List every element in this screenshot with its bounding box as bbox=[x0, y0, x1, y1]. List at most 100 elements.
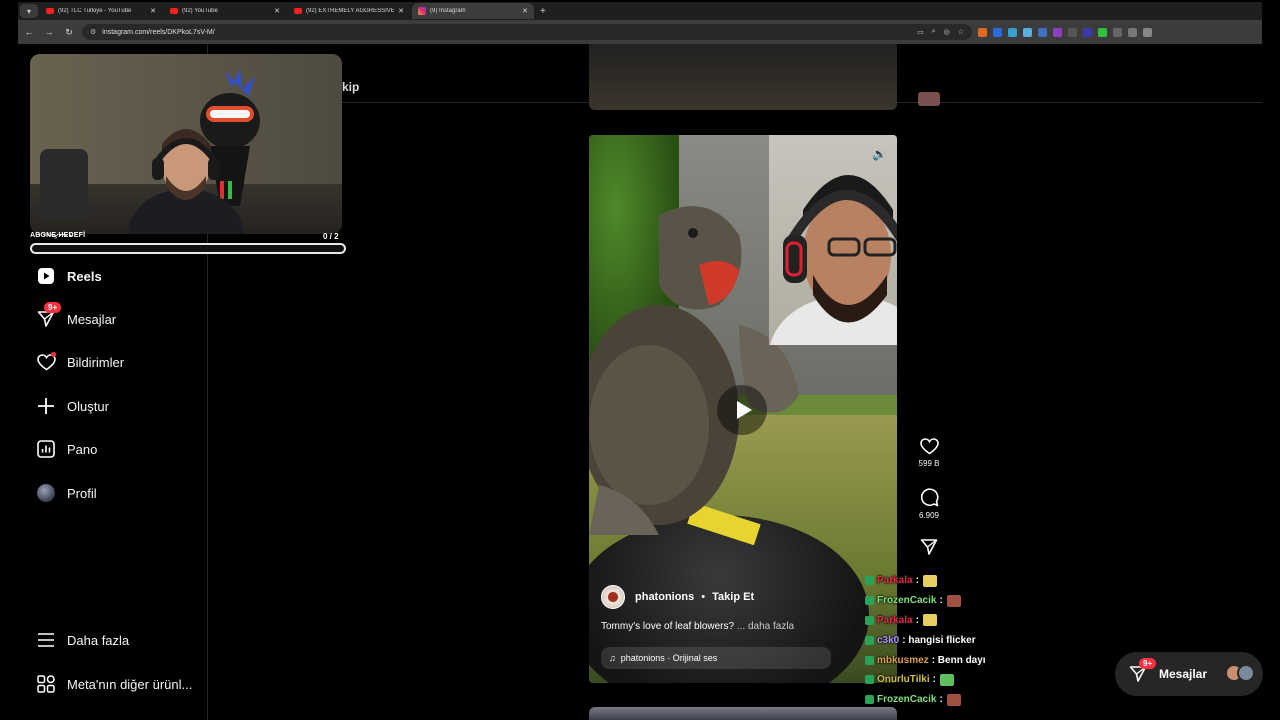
extension-icon[interactable] bbox=[1038, 27, 1047, 37]
chat-badge-icon bbox=[865, 615, 874, 625]
sidebar-item-label: Bildirimler bbox=[67, 354, 125, 370]
sidebar-item-label: Pano bbox=[67, 441, 98, 457]
comment-icon bbox=[920, 488, 939, 507]
address-bar[interactable]: ⚙ instagram.com/reels/DKPkoL7sV-M/ ▭ ⌕ ◎… bbox=[82, 24, 972, 40]
close-icon[interactable]: ✕ bbox=[150, 7, 156, 15]
reel-caption: Tommy's love of leaf blowers? ... daha f… bbox=[601, 621, 794, 632]
new-tab-button[interactable]: + bbox=[540, 6, 546, 17]
cast-icon[interactable]: ▭ bbox=[917, 28, 924, 36]
meta-apps-icon bbox=[36, 674, 56, 694]
hamburger-menu-icon bbox=[36, 630, 56, 650]
chat-badge-icon bbox=[865, 695, 874, 705]
chat-message: FrozenCacik: bbox=[865, 591, 1065, 611]
speaker-icon[interactable]: 🔊 bbox=[872, 147, 887, 161]
audio-label: phatonions · Orijinal ses bbox=[620, 653, 718, 663]
reel-audio-link[interactable]: ♫ phatonions · Orijinal ses bbox=[601, 647, 831, 669]
reel-video[interactable]: 🔊 phatonions • Takip Et Tommy's love of … bbox=[589, 135, 897, 683]
chat-message: FrozenCacik: bbox=[865, 690, 1065, 710]
eye-off-icon[interactable]: ◎ bbox=[944, 28, 950, 36]
chat-username: Parkala bbox=[877, 614, 913, 626]
browser-tab-active[interactable]: (9) Instagram ✕ bbox=[412, 3, 534, 19]
forward-icon[interactable]: → bbox=[40, 27, 58, 37]
sidebar-item-reels[interactable]: Reels bbox=[36, 262, 102, 290]
notification-dot bbox=[51, 352, 56, 357]
extension-icon[interactable] bbox=[1113, 27, 1122, 37]
extension-icon[interactable] bbox=[978, 27, 987, 37]
extension-icon[interactable] bbox=[993, 27, 1002, 37]
sidebar-item-bildirimler[interactable]: Bildirimler bbox=[36, 348, 124, 376]
sub-goal-progress-bar bbox=[30, 243, 346, 254]
back-icon[interactable]: ← bbox=[20, 27, 38, 37]
close-icon[interactable]: ✕ bbox=[522, 7, 528, 15]
caption-more-link[interactable]: ... daha fazla bbox=[737, 621, 794, 632]
follow-button[interactable]: Takip Et bbox=[712, 591, 754, 603]
sidebar-item-olustur[interactable]: Oluştur bbox=[36, 392, 109, 420]
notification-badge: 9+ bbox=[44, 302, 62, 313]
extension-icon[interactable] bbox=[1128, 27, 1137, 37]
sub-goal-count: 0 / 2 bbox=[323, 232, 339, 241]
site-info-icon[interactable]: ⚙ bbox=[90, 28, 96, 36]
next-reel[interactable] bbox=[589, 707, 897, 720]
chat-text: : bbox=[915, 575, 919, 587]
sidebar-item-meta-products[interactable]: Meta'nın diğer ürünl... bbox=[36, 670, 192, 698]
extensions-puzzle-icon[interactable] bbox=[1143, 27, 1152, 37]
heart-icon bbox=[36, 352, 56, 372]
paper-plane-icon: 9+ bbox=[36, 302, 62, 329]
author-username[interactable]: phatonions bbox=[635, 591, 694, 603]
extension-icon[interactable] bbox=[1008, 27, 1017, 37]
extension-icon[interactable] bbox=[1053, 27, 1062, 37]
browser-tab-bar: ▾ (92) TLC Turkiye - YouTube ✕ (92) YouT… bbox=[18, 2, 1262, 20]
extensions-area bbox=[978, 27, 1152, 37]
browser-tab[interactable]: (92) TLC Turkiye - YouTube ✕ bbox=[40, 3, 162, 19]
tab-search-button[interactable]: ▾ bbox=[20, 4, 38, 18]
zoom-icon[interactable]: ⌕ bbox=[932, 28, 936, 36]
recent-contacts-avatars bbox=[1225, 664, 1255, 682]
chat-message: Parkala: bbox=[865, 611, 1065, 631]
extension-icon[interactable] bbox=[1098, 27, 1107, 37]
messages-pill-button[interactable]: 9+ Mesajlar bbox=[1115, 652, 1263, 696]
youtube-favicon-icon bbox=[46, 8, 54, 14]
comment-button[interactable]: 6.909 bbox=[910, 488, 948, 520]
sidebar-item-profil[interactable]: Profil bbox=[36, 479, 97, 507]
streamer-webcam bbox=[30, 54, 342, 234]
sidebar-item-mesajlar[interactable]: 9+ Mesajlar bbox=[36, 302, 117, 333]
extension-icon[interactable] bbox=[1068, 27, 1077, 37]
previous-reel[interactable] bbox=[589, 44, 897, 110]
notification-badge: 9+ bbox=[1139, 658, 1157, 669]
chat-text: : bbox=[939, 595, 943, 607]
chat-username: Parkala bbox=[877, 575, 913, 587]
sidebar-item-daha-fazla[interactable]: Daha fazla bbox=[36, 626, 129, 654]
sidebar-item-label: Mesajlar bbox=[67, 311, 117, 327]
header-tab-partial[interactable]: kip bbox=[342, 80, 359, 94]
close-icon[interactable]: ✕ bbox=[398, 7, 404, 15]
tab-title: (92) EXTREMELY AGGRESSIVE bbox=[306, 8, 395, 14]
reactor-webcam bbox=[769, 135, 897, 345]
sidebar-item-label: Reels bbox=[67, 268, 102, 284]
share-button[interactable] bbox=[910, 538, 948, 556]
chat-text: : bbox=[939, 694, 943, 706]
sub-goal-label: ABONE HEDEFİ bbox=[30, 232, 86, 239]
chat-message: mbkusmez: Benn dayı bbox=[865, 650, 1065, 670]
sidebar-item-label: Meta'nın diğer ürünl... bbox=[67, 676, 193, 692]
extension-icon[interactable] bbox=[1023, 27, 1032, 37]
browser-tab[interactable]: (92) EXTREMELY AGGRESSIVE ✕ bbox=[288, 3, 410, 19]
avatar bbox=[1237, 664, 1255, 682]
reload-icon[interactable]: ↻ bbox=[60, 27, 78, 38]
close-icon[interactable]: ✕ bbox=[274, 7, 280, 15]
extension-icon[interactable] bbox=[1083, 27, 1092, 37]
play-button[interactable] bbox=[717, 385, 767, 435]
caption-text: Tommy's love of leaf blowers? bbox=[601, 621, 735, 632]
like-button[interactable]: 599 B bbox=[910, 438, 948, 468]
browser-tab[interactable]: (92) YouTube ✕ bbox=[164, 3, 286, 19]
youtube-favicon-icon bbox=[170, 8, 178, 14]
url-text: instagram.com/reels/DKPkoL7sV-M/ bbox=[102, 28, 215, 36]
bookmark-star-icon[interactable]: ☆ bbox=[958, 28, 964, 36]
previous-reel-audio-thumb[interactable] bbox=[918, 92, 940, 106]
chat-username: FrozenCacik bbox=[877, 694, 937, 706]
like-count: 599 B bbox=[918, 459, 940, 468]
stream-chat-overlay: Parkala: FrozenCacik: Parkala: c3k0: hangis… bbox=[865, 571, 1065, 710]
sidebar-item-pano[interactable]: Pano bbox=[36, 435, 97, 463]
chat-message: OnurluTilki: bbox=[865, 670, 1065, 690]
avatar[interactable] bbox=[601, 585, 625, 609]
plus-icon bbox=[36, 396, 56, 416]
